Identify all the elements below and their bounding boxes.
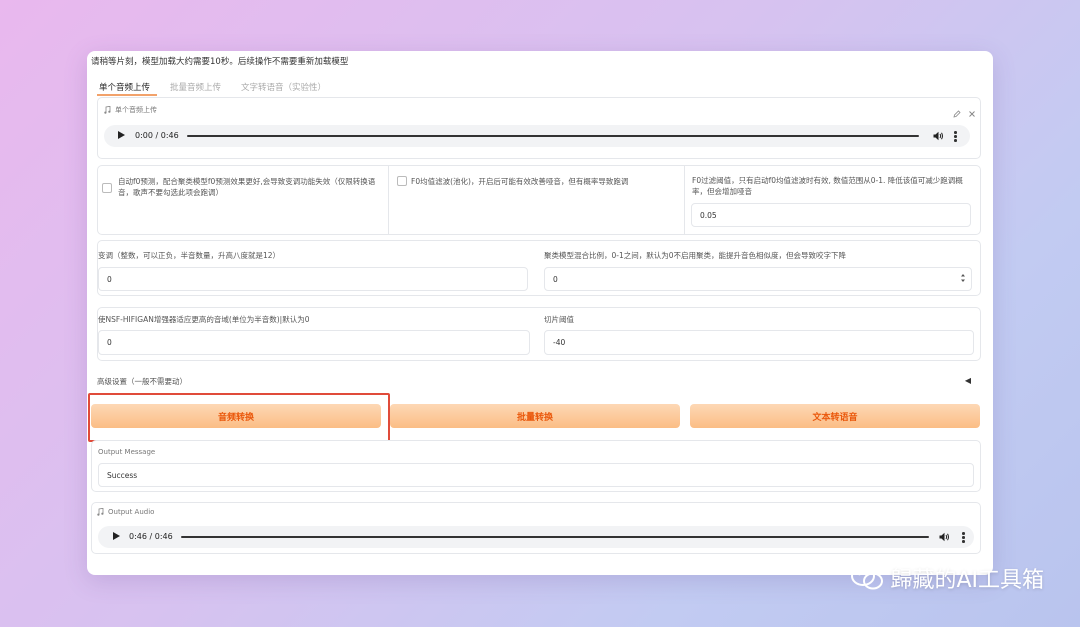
advanced-settings-toggle[interactable]: 高级设置（一般不需要动） ◀ — [97, 373, 979, 391]
advanced-settings-label: 高级设置（一般不需要动） — [97, 377, 187, 386]
batch-convert-button[interactable]: 批量转换 — [390, 404, 680, 428]
active-tab-indicator — [97, 94, 157, 96]
f0-filter-checkbox[interactable] — [397, 176, 407, 186]
f0-threshold-label: F0过滤阈值，只有启动f0均值滤波时有效, 数值范围从0-1. 降低该值可减少跑… — [692, 176, 963, 196]
tab-batch-upload[interactable]: 批量音频上传 — [170, 81, 221, 95]
cluster-label: 聚类模型混合比例，0-1之间，默认为0不启用聚类，能提升音色相似度，但会导致咬字… — [544, 251, 847, 260]
single-upload-block: 单个音频上传 0:00 / 0:46 — [97, 97, 981, 159]
music-note-icon — [97, 508, 104, 516]
collapse-arrow-icon: ◀ — [964, 376, 971, 385]
loading-notice: 请稍等片刻，模型加载大约需要10秒。后续操作不需要重新加载模型 — [91, 57, 349, 67]
auto-f0-checkbox[interactable] — [102, 183, 112, 193]
pitch-label: 变调（整数，可以正负，半音数量，升高八度就是12） — [98, 251, 281, 260]
upload-header: 单个音频上传 — [104, 105, 157, 115]
music-note-icon — [104, 106, 111, 114]
output-audio-label: Output Audio — [108, 508, 155, 516]
output-audio-player: 0:46 / 0:46 — [98, 526, 974, 548]
output-progress-track[interactable] — [181, 536, 929, 538]
nsf-slice-row: 使NSF-HIFIGAN增强器适应更高的音域(单位为半音数)|默认为0 0 切片… — [97, 307, 981, 361]
tab-bar: 单个音频上传 批量音频上传 文字转语音（实验性） — [99, 81, 326, 95]
slice-input[interactable]: -40 — [544, 330, 974, 355]
more-options-icon[interactable] — [954, 131, 957, 143]
pitch-input[interactable]: 0 — [98, 267, 528, 291]
auto-f0-option: 自动f0预测，配合聚类模型f0预测效果更好,会导致变调功能失效（仅限转换语音，歌… — [98, 166, 389, 234]
slice-label: 切片阈值 — [544, 315, 574, 324]
f0-threshold-option: F0过滤阈值，只有启动f0均值滤波时有效, 数值范围从0-1. 降低该值可减少跑… — [685, 166, 980, 234]
main-panel: 请稍等片刻，模型加载大约需要10秒。后续操作不需要重新加载模型 单个音频上传 批… — [87, 51, 993, 575]
watermark-text: 歸藏的AI工具箱 — [890, 568, 1044, 593]
nsf-input[interactable]: 0 — [98, 330, 530, 355]
options-row: 自动f0预测，配合聚类模型f0预测效果更好,会导致变调功能失效（仅限转换语音，歌… — [97, 165, 981, 235]
spinner-arrows-icon[interactable] — [960, 272, 966, 284]
upload-audio-player: 0:00 / 0:46 — [104, 125, 970, 147]
tab-single-upload[interactable]: 单个音频上传 — [99, 81, 150, 95]
tab-text-to-speech[interactable]: 文字转语音（实验性） — [241, 81, 326, 95]
play-icon[interactable] — [118, 131, 125, 139]
volume-icon[interactable] — [933, 131, 944, 141]
f0-filter-option: F0均值滤波(池化)，开启后可能有效改善哑音，但有概率导致跑调 — [389, 166, 685, 234]
wechat-icon — [851, 566, 884, 590]
watermark: 歸藏的AI工具箱 — [850, 562, 1044, 594]
pitch-cluster-row: 变调（整数，可以正负，半音数量，升高八度就是12） 0 聚类模型混合比例，0-1… — [97, 240, 981, 296]
edit-icon[interactable] — [953, 110, 961, 118]
output-message-field: Success — [98, 463, 974, 487]
text-to-speech-button[interactable]: 文本转语音 — [690, 404, 980, 428]
output-audio-block: Output Audio 0:46 / 0:46 — [91, 502, 981, 554]
volume-icon[interactable] — [939, 532, 950, 542]
upload-progress-track[interactable] — [187, 135, 919, 137]
more-options-icon[interactable] — [962, 532, 965, 544]
upload-time: 0:00 / 0:46 — [135, 131, 179, 140]
close-icon[interactable] — [968, 110, 976, 118]
play-icon[interactable] — [113, 532, 120, 540]
audio-convert-button[interactable]: 音频转换 — [91, 404, 381, 428]
f0-filter-label: F0均值滤波(池化)，开启后可能有效改善哑音，但有概率导致跑调 — [411, 177, 629, 186]
f0-threshold-input[interactable]: 0.05 — [691, 203, 971, 227]
output-message-label: Output Message — [98, 448, 156, 456]
output-message-block: Output Message Success — [91, 440, 981, 492]
nsf-label: 使NSF-HIFIGAN增强器适应更高的音域(单位为半音数)|默认为0 — [98, 315, 310, 324]
output-audio-time: 0:46 / 0:46 — [129, 532, 173, 541]
output-audio-header: Output Audio — [97, 508, 154, 516]
upload-label: 单个音频上传 — [115, 106, 157, 114]
cluster-input[interactable]: 0 — [544, 267, 972, 291]
auto-f0-label: 自动f0预测，配合聚类模型f0预测效果更好,会导致变调功能失效（仅限转换语音，歌… — [118, 177, 376, 197]
